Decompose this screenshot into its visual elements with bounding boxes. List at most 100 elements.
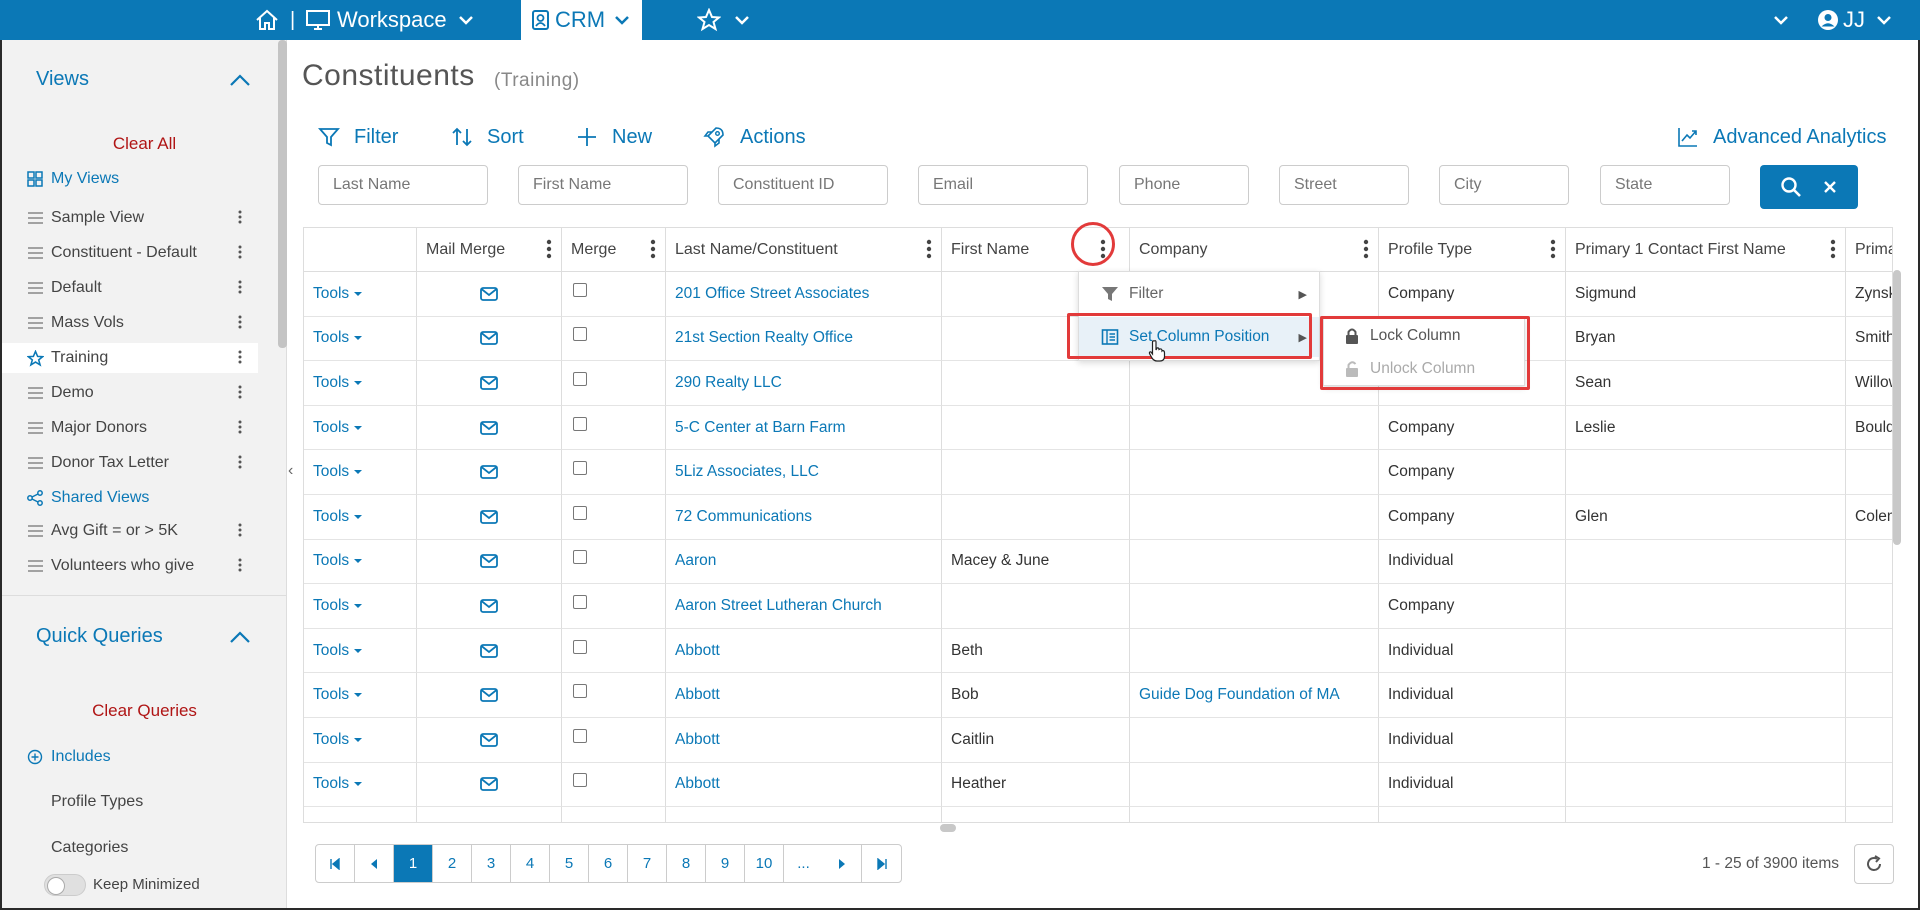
grid-cell-last[interactable]: Abbott bbox=[666, 628, 942, 674]
page-button[interactable]: 8 bbox=[667, 845, 706, 882]
header-last-name[interactable]: Last Name/Constituent bbox=[666, 228, 942, 272]
grid-cell-last[interactable]: Abbott bbox=[666, 762, 942, 808]
envelope-icon[interactable] bbox=[480, 643, 498, 658]
sidebar-view-item[interactable]: Donor Tax Letter bbox=[2, 448, 258, 478]
sidebar-scrollbar[interactable] bbox=[278, 40, 287, 348]
grid-cell-company[interactable] bbox=[1130, 539, 1379, 585]
merge-checkbox[interactable] bbox=[573, 728, 587, 743]
grid-cell-merge[interactable] bbox=[562, 405, 666, 451]
sort-button[interactable]: Sort bbox=[451, 122, 524, 152]
home-icon[interactable] bbox=[254, 0, 280, 40]
merge-checkbox[interactable] bbox=[573, 550, 587, 565]
envelope-icon[interactable] bbox=[480, 465, 498, 480]
page-button[interactable]: 2 bbox=[433, 845, 472, 882]
kebab-menu-icon[interactable] bbox=[238, 418, 242, 439]
grid-cell-last[interactable]: Abbott bbox=[666, 718, 942, 763]
column-menu-icon[interactable] bbox=[1363, 239, 1369, 259]
column-menu-icon[interactable] bbox=[546, 239, 552, 259]
grid-cell-last[interactable]: 290 Realty LLC bbox=[666, 361, 942, 406]
email-filter[interactable]: Email bbox=[918, 165, 1088, 205]
last-name-filter[interactable]: Last Name bbox=[318, 165, 488, 205]
grid-cell-tools[interactable]: Tools bbox=[304, 718, 417, 763]
grid-cell-company[interactable] bbox=[1130, 405, 1379, 451]
envelope-icon[interactable] bbox=[480, 732, 498, 747]
grid-cell-tools[interactable]: Tools bbox=[304, 584, 417, 629]
grid-cell-tools[interactable]: Tools bbox=[304, 361, 417, 406]
grid-cell-mail[interactable] bbox=[417, 584, 562, 629]
sidebar-view-item[interactable]: Training bbox=[2, 343, 258, 373]
merge-checkbox[interactable] bbox=[573, 371, 587, 386]
grid-cell-mail[interactable] bbox=[417, 673, 562, 718]
kebab-menu-icon[interactable] bbox=[238, 453, 242, 474]
grid-cell-mail[interactable] bbox=[417, 628, 562, 674]
sidebar-view-item[interactable]: Default bbox=[2, 273, 258, 303]
sidebar-view-item[interactable]: Sample View bbox=[2, 203, 258, 233]
collapse-sidebar-icon[interactable]: ‹ bbox=[288, 462, 293, 480]
sidebar-view-item[interactable]: Mass Vols bbox=[2, 308, 258, 338]
column-menu-icon[interactable] bbox=[926, 239, 932, 259]
grid-cell-tools[interactable]: Tools bbox=[304, 450, 417, 495]
sidebar-shared-view-item[interactable]: Avg Gift = or > 5K bbox=[2, 516, 258, 546]
header-merge[interactable]: Merge bbox=[562, 228, 666, 272]
grid-cell-mail[interactable] bbox=[417, 272, 562, 317]
categories-item[interactable]: Categories bbox=[2, 831, 258, 865]
grid-cell-merge[interactable] bbox=[562, 762, 666, 808]
profile-types-item[interactable]: Profile Types bbox=[2, 785, 258, 819]
kebab-menu-icon[interactable] bbox=[238, 313, 242, 334]
header-profile-type[interactable]: Profile Type bbox=[1379, 228, 1566, 272]
city-filter[interactable]: City bbox=[1439, 165, 1569, 205]
grid-cell-last[interactable]: 5Liz Associates, LLC bbox=[666, 450, 942, 495]
merge-checkbox[interactable] bbox=[573, 461, 587, 476]
grid-cell-mail[interactable] bbox=[417, 718, 562, 763]
views-title[interactable]: Views bbox=[36, 68, 89, 91]
global-dropdown[interactable] bbox=[1772, 0, 1790, 40]
merge-checkbox[interactable] bbox=[573, 416, 587, 431]
envelope-icon[interactable] bbox=[480, 286, 498, 301]
grid-cell-mail[interactable] bbox=[417, 316, 562, 362]
kebab-menu-icon[interactable] bbox=[238, 278, 242, 299]
constituent-id-filter[interactable]: Constituent ID bbox=[718, 165, 888, 205]
menu-filter-item[interactable]: Filter ▶ bbox=[1079, 274, 1319, 314]
envelope-icon[interactable] bbox=[480, 688, 498, 703]
clear-search-icon[interactable] bbox=[1822, 179, 1838, 195]
kebab-menu-icon[interactable] bbox=[238, 521, 242, 542]
envelope-icon[interactable] bbox=[480, 509, 498, 524]
grid-cell-tools[interactable]: Tools bbox=[304, 272, 417, 317]
grid-cell-company[interactable] bbox=[1130, 628, 1379, 674]
grid-cell-company[interactable] bbox=[1130, 807, 1379, 822]
grid-cell-tools[interactable]: Tools bbox=[304, 405, 417, 451]
grid-cell-company[interactable] bbox=[1130, 584, 1379, 629]
envelope-icon[interactable] bbox=[480, 599, 498, 613]
chevron-up-icon[interactable] bbox=[228, 70, 252, 90]
grid-cell-merge[interactable] bbox=[562, 495, 666, 540]
grid-cell-last[interactable]: 72 Communications bbox=[666, 495, 942, 540]
advanced-analytics-button[interactable]: Advanced Analytics bbox=[1677, 122, 1886, 152]
grid-cell-merge[interactable] bbox=[562, 584, 666, 629]
includes-link[interactable]: Includes bbox=[2, 740, 258, 774]
sidebar-view-item[interactable]: Demo bbox=[2, 378, 258, 408]
actions-button[interactable]: Actions bbox=[702, 122, 806, 152]
merge-checkbox[interactable] bbox=[573, 684, 587, 699]
grid-cell-last[interactable]: Aaron bbox=[666, 539, 942, 585]
merge-checkbox[interactable] bbox=[573, 282, 587, 297]
grid-cell-merge[interactable] bbox=[562, 807, 666, 822]
grid-cell-tools[interactable]: Tools bbox=[304, 316, 417, 362]
grid-cell-last[interactable]: 5-C Center at Barn Farm bbox=[666, 405, 942, 451]
grid-cell-mail[interactable] bbox=[417, 361, 562, 406]
crm-menu[interactable]: CRM bbox=[521, 0, 642, 40]
prev-page-icon[interactable] bbox=[355, 845, 394, 882]
refresh-button[interactable] bbox=[1854, 844, 1894, 884]
street-filter[interactable]: Street bbox=[1279, 165, 1409, 205]
favorites-menu[interactable] bbox=[697, 0, 751, 40]
grid-cell-mail[interactable] bbox=[417, 762, 562, 808]
clear-all-link[interactable]: Clear All bbox=[2, 134, 286, 154]
user-menu[interactable]: JJ bbox=[1817, 0, 1893, 40]
filter-button[interactable]: Filter bbox=[318, 122, 398, 152]
envelope-icon[interactable] bbox=[480, 331, 498, 346]
keep-minimized-toggle[interactable] bbox=[44, 874, 86, 896]
quick-queries-title[interactable]: Quick Queries bbox=[36, 625, 163, 648]
page-button[interactable]: 10 bbox=[745, 845, 784, 882]
phone-filter[interactable]: Phone bbox=[1119, 165, 1249, 205]
first-page-icon[interactable] bbox=[316, 845, 355, 882]
first-name-filter[interactable]: First Name bbox=[518, 165, 688, 205]
